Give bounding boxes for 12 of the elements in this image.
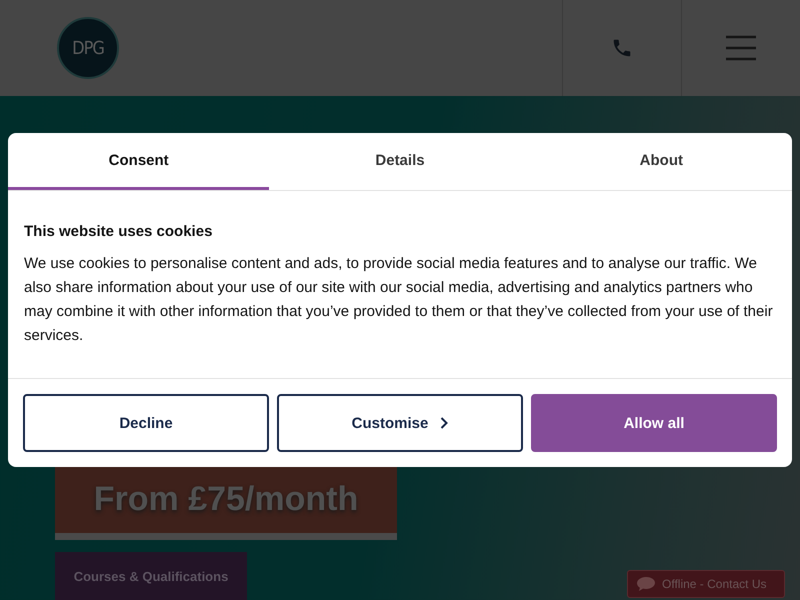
dialog-text: We use cookies to personalise content and ads, to provide social media features and to analyse our traffic. We also share information about your use of our site with our social media, advertising and analytics partners who may combine it with other information that you’ve provided to them or that they’ve collected from your use of their services. bbox=[24, 254, 774, 346]
dialog-tab[interactable]: Details bbox=[269, 133, 531, 190]
customise-button[interactable]: Customise bbox=[277, 394, 523, 452]
decline-button[interactable]: Decline bbox=[23, 394, 269, 452]
chevron-right-icon bbox=[440, 417, 448, 429]
dialog-title: This website uses cookies bbox=[24, 223, 214, 240]
speech-bubble-icon bbox=[636, 576, 656, 592]
allow-all-button[interactable]: Allow all bbox=[531, 394, 777, 452]
dialog-tab[interactable]: About bbox=[530, 133, 792, 190]
dialog-tab[interactable]: Consent bbox=[8, 133, 270, 190]
phone-icon[interactable] bbox=[611, 37, 633, 59]
menu-icon[interactable] bbox=[725, 35, 757, 61]
